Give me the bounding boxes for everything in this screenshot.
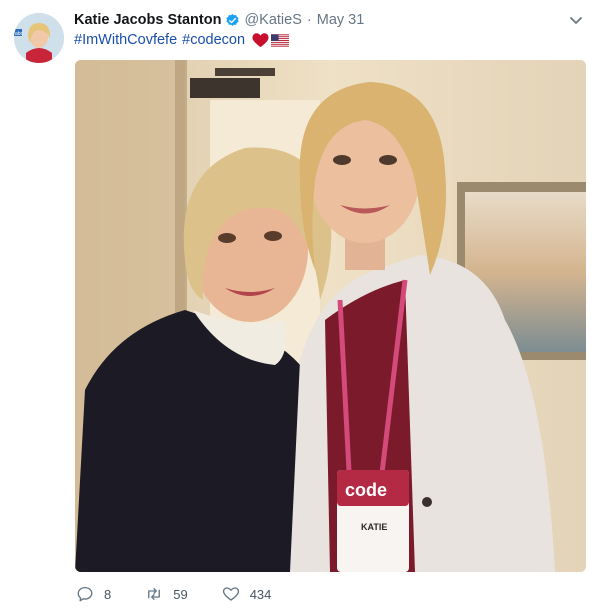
author-avatar[interactable]: abc	[14, 13, 64, 63]
tweet-photo[interactable]: code KATIE	[75, 60, 586, 572]
hashtag-imwithcovfefe[interactable]: #ImWithCovfefe	[74, 32, 177, 48]
badge-brand: code	[345, 480, 387, 500]
tweet-text: #ImWithCovfefe #codecon	[74, 30, 290, 50]
like-count: 434	[249, 586, 272, 602]
svg-text:abc: abc	[15, 31, 24, 37]
chevron-down-icon[interactable]	[568, 12, 584, 28]
badge-name: KATIE	[361, 522, 387, 532]
header-separator: ·	[306, 12, 312, 28]
tweet-card[interactable]: abc Katie Jacobs Stanton @KatieS · May 3…	[0, 0, 594, 615]
retweet-icon	[145, 585, 163, 603]
tweet-actions: 8 59 434	[76, 584, 305, 604]
hashtag-codecon[interactable]: #codecon	[182, 32, 245, 48]
us-flag-emoji	[271, 33, 290, 47]
tweet-date[interactable]: May 31	[317, 12, 365, 28]
tweet-header: Katie Jacobs Stanton @KatieS · May 31	[74, 10, 364, 30]
reply-button[interactable]: 8	[76, 585, 111, 603]
red-heart-emoji	[252, 32, 269, 48]
author-handle[interactable]: @KatieS	[244, 12, 301, 28]
heart-icon	[222, 585, 240, 603]
author-name[interactable]: Katie Jacobs Stanton	[74, 12, 221, 28]
reply-icon	[76, 585, 94, 603]
retweet-count: 59	[173, 586, 188, 602]
reply-count: 8	[104, 586, 112, 602]
retweet-button[interactable]: 59	[145, 585, 188, 603]
verified-badge-icon	[225, 13, 240, 28]
like-button[interactable]: 434	[222, 585, 272, 603]
